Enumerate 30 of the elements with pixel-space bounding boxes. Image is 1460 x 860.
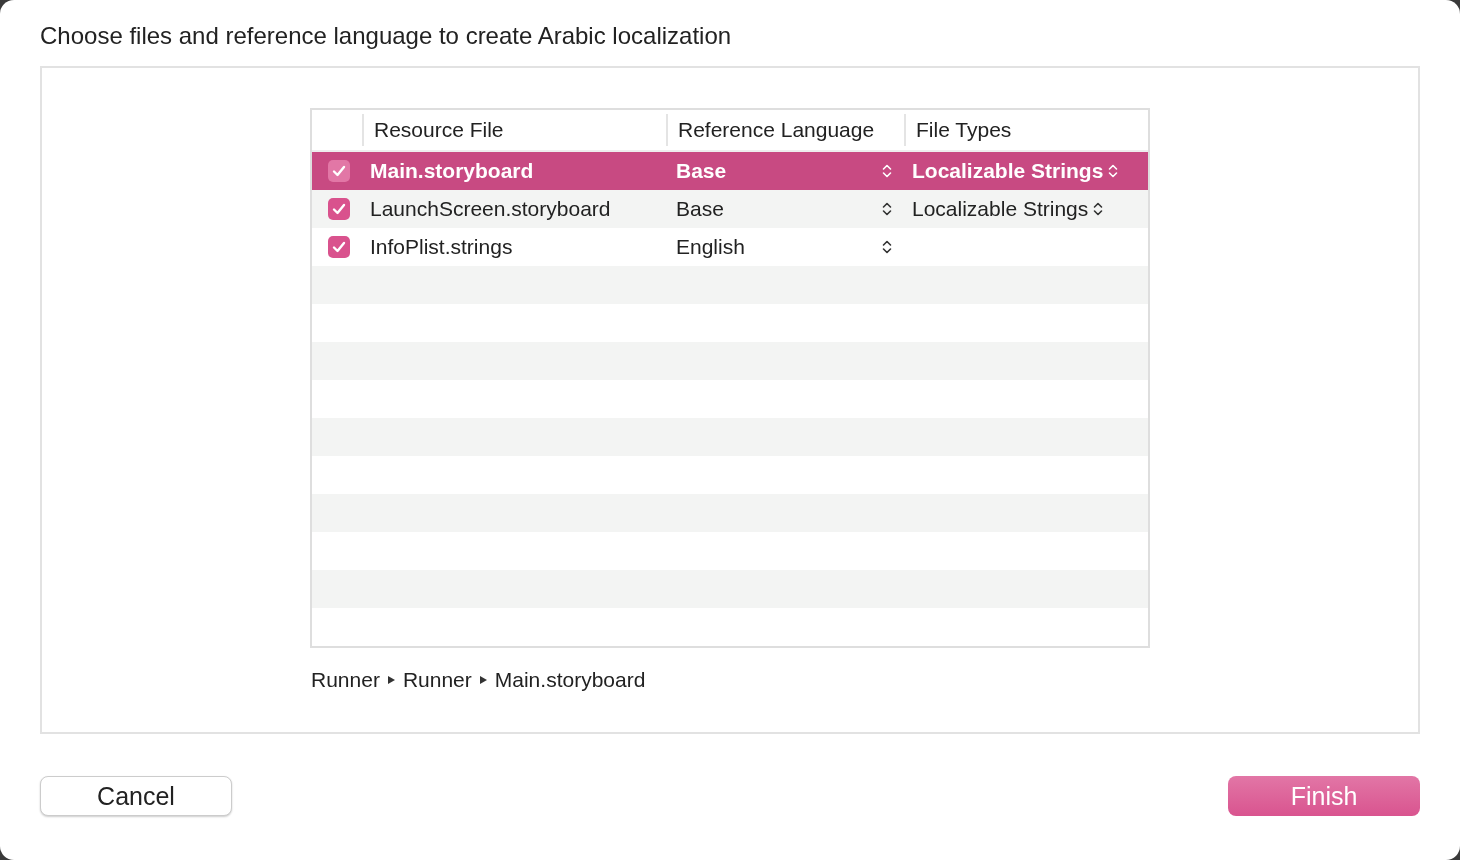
stepper-icon[interactable] <box>882 239 892 255</box>
language-popup[interactable]: Base <box>666 197 904 221</box>
stepper-icon[interactable] <box>882 201 892 217</box>
checkbox[interactable] <box>328 198 350 220</box>
file-name: InfoPlist.strings <box>369 235 513 259</box>
checkmark-icon <box>331 239 347 255</box>
column-header[interactable]: Reference Language <box>666 114 904 146</box>
column-header[interactable]: Resource File <box>362 114 666 146</box>
path-item[interactable]: Runner <box>311 668 380 692</box>
stepper-icon[interactable] <box>1093 201 1104 217</box>
cancel-button[interactable]: Cancel <box>40 776 232 816</box>
language-popup[interactable]: Base <box>666 159 904 183</box>
file-type-popup[interactable]: Localizable Strings <box>904 159 1146 183</box>
file-type-popup[interactable]: Localizable Strings <box>904 197 1146 221</box>
table-row[interactable]: LaunchScreen.storyboard Base Localizable Strings <box>312 190 1148 228</box>
triangle-icon <box>479 676 487 684</box>
table-row[interactable]: InfoPlist.strings English <box>312 228 1148 266</box>
path-item[interactable]: Main.storyboard <box>494 668 646 692</box>
table-row[interactable]: Main.storyboard Base Localizable Strings <box>312 152 1148 190</box>
file-name: LaunchScreen.storyboard <box>369 197 611 221</box>
triangle-icon <box>387 676 395 684</box>
checkbox[interactable] <box>328 236 350 258</box>
path-item[interactable]: Runner <box>402 668 472 692</box>
checkmark-icon <box>331 163 347 179</box>
file-name: Main.storyboard <box>369 159 534 183</box>
checkbox[interactable] <box>328 160 350 182</box>
dialog-title: Choose files and reference language to create Arabic localization <box>40 22 732 50</box>
language-popup[interactable]: English <box>666 235 904 259</box>
column-header[interactable]: File Types <box>904 114 1146 146</box>
checkmark-icon <box>331 201 347 217</box>
